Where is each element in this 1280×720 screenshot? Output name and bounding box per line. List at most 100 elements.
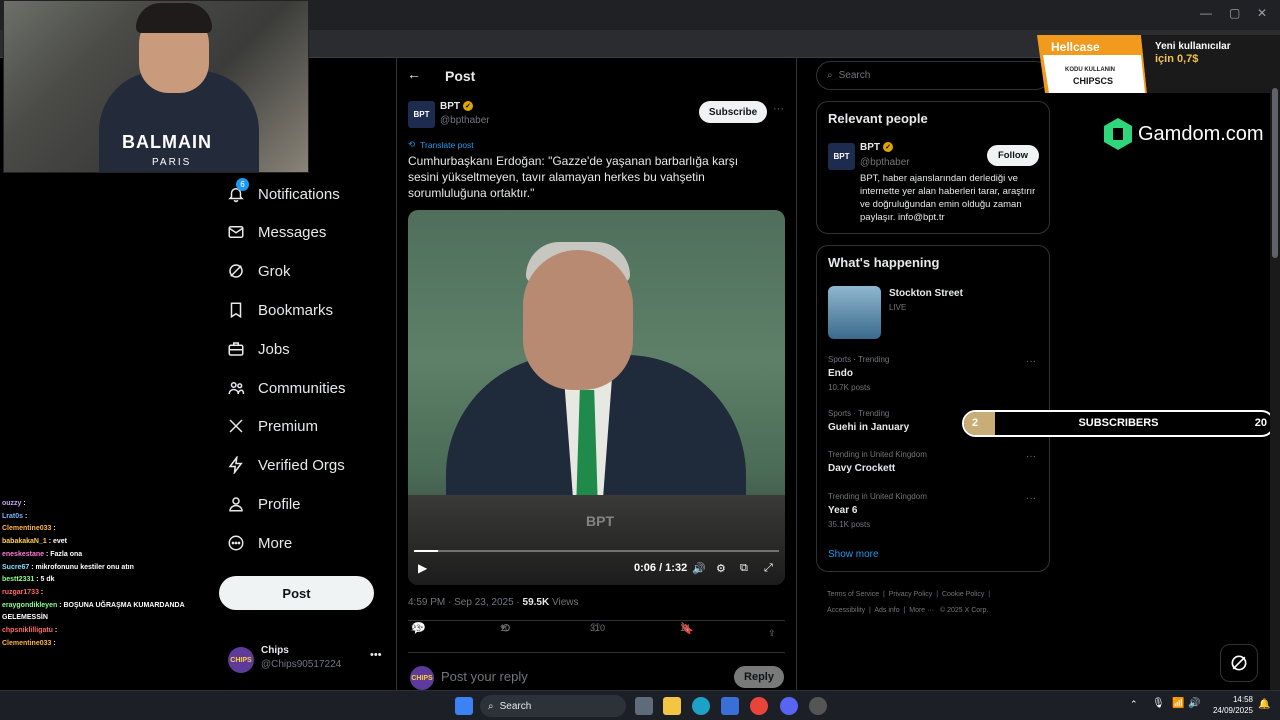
taskbar-clock[interactable]: 14:58 24/09/2025 bbox=[1205, 694, 1253, 716]
fullscreen-icon[interactable]: ⤢ bbox=[764, 562, 773, 575]
task-view-icon[interactable] bbox=[635, 697, 653, 715]
settings-icon[interactable]: ⚙ bbox=[716, 562, 726, 575]
divider bbox=[408, 652, 785, 653]
page-scrollbar[interactable] bbox=[1270, 58, 1280, 690]
video-player[interactable]: BPT ▶ 0:06 / 1:32 🔊 ⚙ ⧉ ⤢ bbox=[408, 210, 785, 585]
notification-badge: 6 bbox=[236, 178, 249, 191]
reply-input[interactable]: Post your reply bbox=[441, 669, 528, 684]
nav-messages[interactable]: Messages bbox=[226, 217, 326, 247]
nav-verified-orgs[interactable]: Verified Orgs bbox=[226, 450, 345, 480]
play-icon[interactable]: ▶ bbox=[418, 561, 427, 575]
volume-icon[interactable]: 🔊 bbox=[692, 562, 706, 575]
nav-notifications[interactable]: 6 Notifications bbox=[226, 178, 340, 209]
more-icon[interactable]: ··· bbox=[1026, 493, 1036, 504]
nav-premium[interactable]: Premium bbox=[226, 411, 318, 441]
notification-icon[interactable]: 🔔 bbox=[1258, 699, 1270, 710]
hellcase-logo: Hellcase bbox=[1051, 40, 1100, 54]
chevron-up-icon[interactable]: ⌃ bbox=[1130, 699, 1138, 710]
more-icon[interactable]: ••• bbox=[370, 649, 382, 661]
picture-in-picture-icon[interactable]: ⧉ bbox=[740, 562, 748, 575]
column-divider bbox=[796, 58, 797, 690]
store-icon[interactable] bbox=[721, 697, 739, 715]
stream-chat: ouzzy : Lrat0s : Clementine033 : babakak… bbox=[2, 498, 212, 650]
author-name-row[interactable]: BPT ✓ bbox=[440, 101, 473, 112]
nav-bookmarks[interactable]: Bookmarks bbox=[226, 295, 333, 325]
chat-username: chpsniklilligatu bbox=[2, 627, 53, 635]
relevant-people-card: Relevant people BPT BPT ✓ @bpthaber Follo… bbox=[816, 101, 1050, 234]
chat-text: : Fazla ona bbox=[44, 550, 83, 558]
wifi-icon[interactable]: 📶 bbox=[1172, 698, 1184, 709]
more-icon[interactable]: ··· bbox=[773, 103, 784, 115]
verified-badge-icon: ✓ bbox=[883, 142, 893, 153]
nav-communities[interactable]: Communities bbox=[226, 373, 346, 403]
chat-text: : bbox=[51, 639, 56, 647]
more-icon[interactable]: ··· bbox=[1026, 356, 1036, 367]
live-thumbnail[interactable] bbox=[828, 286, 881, 339]
nav-label: Notifications bbox=[258, 185, 340, 203]
shirt-brand: BALMAIN bbox=[122, 132, 212, 152]
post-button[interactable]: Post bbox=[219, 576, 374, 610]
bell-icon: 6 bbox=[226, 178, 249, 204]
nav-label: More bbox=[258, 534, 293, 552]
grok-float-button[interactable] bbox=[1220, 644, 1258, 682]
shirt-brand-sub: PARIS bbox=[152, 157, 192, 168]
nav-more[interactable]: More bbox=[226, 528, 292, 558]
share-icon[interactable]: ⇪ bbox=[768, 628, 776, 639]
nav-jobs[interactable]: Jobs bbox=[226, 334, 290, 364]
app-icon[interactable] bbox=[809, 697, 827, 715]
promo-line2: için 0,7$ bbox=[1155, 53, 1199, 65]
chat-username: babakakaN_1 bbox=[2, 538, 47, 546]
minimize-icon[interactable]: — bbox=[1200, 6, 1212, 20]
reply-button[interactable]: Reply bbox=[734, 666, 784, 688]
nav-label: Messages bbox=[258, 223, 327, 241]
account-switcher[interactable]: CHIPS Chips @Chips90517224 ••• bbox=[228, 645, 388, 685]
tweet-text: Cumhurbaşkanı Erdoğan: "Gazze'de yaşanan… bbox=[408, 154, 739, 200]
follow-button[interactable]: Follow bbox=[987, 145, 1039, 166]
subscribe-button[interactable]: Subscribe bbox=[699, 101, 767, 123]
avatar[interactable]: BPT bbox=[828, 143, 855, 170]
close-icon[interactable]: ✕ bbox=[1257, 6, 1267, 20]
trend-item[interactable]: Trending in United Kingdom Year 6 35.1K … bbox=[828, 490, 927, 532]
footer-link[interactable]: Privacy Policy bbox=[889, 591, 933, 598]
gamdom-logo: Gamdom.com bbox=[1104, 118, 1264, 150]
chat-text: : bbox=[51, 525, 56, 533]
hellcase-banner: Hellcase KODU KULLANIN CHIPSCS Yeni kull… bbox=[1037, 35, 1280, 93]
trend-item[interactable]: Sports · Trending Endo 10.7K posts bbox=[828, 353, 889, 395]
chat-message: ouzzy : bbox=[2, 498, 212, 511]
live-title[interactable]: Stockton Street bbox=[889, 288, 963, 299]
search-input[interactable]: ⌕ Search bbox=[816, 61, 1050, 90]
footer-link[interactable]: More ··· bbox=[909, 607, 934, 614]
chat-text: : bbox=[23, 512, 28, 520]
trend-item[interactable]: Sports · Trending Guehi in January bbox=[828, 407, 909, 435]
maximize-icon[interactable]: ▢ bbox=[1229, 6, 1240, 20]
translate-post-link[interactable]: ⟲ Translate post bbox=[408, 139, 474, 150]
windows-start-icon[interactable] bbox=[455, 697, 473, 715]
avatar[interactable]: BPT bbox=[408, 101, 435, 128]
nav-grok[interactable]: Grok bbox=[226, 256, 291, 286]
footer-link[interactable]: Terms of Service bbox=[827, 591, 879, 598]
back-arrow-icon[interactable]: ← bbox=[407, 66, 421, 82]
post-timestamp: 4:59 PM · Sep 23, 2025 · bbox=[408, 597, 523, 608]
lightning-icon bbox=[226, 455, 246, 475]
trend-item[interactable]: Trending in United Kingdom Davy Crockett bbox=[828, 448, 927, 476]
nav-profile[interactable]: Profile bbox=[226, 489, 301, 519]
footer-link[interactable]: Cookie Policy bbox=[942, 591, 984, 598]
taskbar-search[interactable]: ⌕ Search bbox=[480, 695, 626, 717]
search-icon: ⌕ bbox=[488, 700, 494, 712]
nav-label: Communities bbox=[258, 379, 346, 397]
show-more-link[interactable]: Show more bbox=[828, 549, 879, 560]
chrome-icon[interactable] bbox=[750, 697, 768, 715]
card-title: What's happening bbox=[828, 255, 940, 270]
discord-icon[interactable] bbox=[780, 697, 798, 715]
page-title: Post bbox=[445, 68, 476, 84]
windows-taskbar: ⌕ Search ⌃ 🎙 📶 🔊 14:58 24/09/2025 🔔 bbox=[0, 690, 1280, 720]
file-explorer-icon[interactable] bbox=[663, 697, 681, 715]
footer-link[interactable]: Ads info bbox=[874, 607, 899, 614]
person-bio: BPT, haber ajanslarından derlediği ve in… bbox=[860, 173, 1036, 223]
footer-link[interactable]: Accessibility bbox=[827, 607, 865, 614]
more-icon[interactable]: ··· bbox=[1026, 451, 1036, 462]
edge-icon[interactable] bbox=[692, 697, 710, 715]
person-name-row[interactable]: BPT ✓ bbox=[860, 142, 893, 153]
microphone-icon[interactable]: 🎙 bbox=[1152, 698, 1165, 709]
speaker-icon[interactable]: 🔊 bbox=[1188, 698, 1200, 709]
